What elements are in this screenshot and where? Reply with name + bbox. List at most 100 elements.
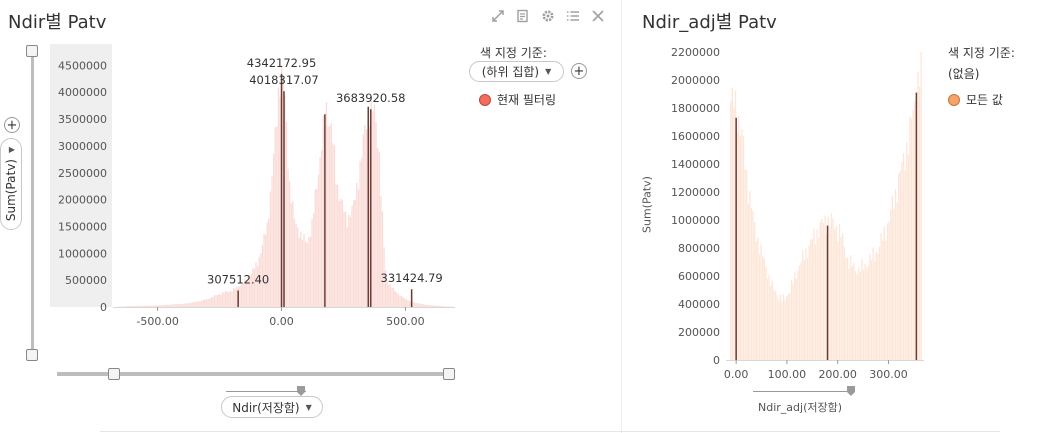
histogram-bar[interactable] [848,268,850,360]
histogram-bar[interactable] [209,299,211,307]
histogram-bar[interactable] [380,196,382,307]
histogram-bar[interactable] [129,306,131,307]
histogram-bar[interactable] [731,87,733,360]
histogram-bar[interactable] [316,188,318,307]
histogram-bar[interactable] [279,96,281,307]
histogram-bar[interactable] [762,256,764,360]
histogram-bar[interactable] [853,262,855,360]
histogram-bar[interactable] [434,305,436,307]
histogram-bar[interactable] [396,292,398,307]
histogram-bar[interactable] [295,223,297,307]
histogram-bar[interactable] [338,201,340,307]
histogram-bar[interactable] [814,244,817,360]
histogram-bar[interactable] [236,286,238,307]
histogram-bar[interactable] [428,305,430,307]
histogram-bar[interactable] [186,303,188,307]
histogram-bar[interactable] [401,295,403,307]
histogram-bar[interactable] [159,305,161,307]
histogram-bar[interactable] [292,201,294,307]
highlighted-bar[interactable] [369,109,372,307]
histogram-bar[interactable] [164,305,166,307]
histogram-bar[interactable] [437,305,440,307]
histogram-bar[interactable] [885,240,887,360]
histogram-bar[interactable] [792,283,794,360]
histogram-bar[interactable] [141,305,144,307]
histogram-bar[interactable] [348,214,350,307]
histogram-bar[interactable] [412,301,414,307]
histogram-bar[interactable] [239,286,241,307]
histogram-bar[interactable] [229,290,232,307]
histogram-bar[interactable] [389,284,392,307]
histogram-bar[interactable] [169,304,171,307]
histogram-bar[interactable] [306,242,308,307]
histogram-bar[interactable] [351,205,353,307]
histogram-bar[interactable] [381,211,384,307]
histogram-bar[interactable] [912,110,914,361]
histogram-bar[interactable] [178,304,180,307]
histogram-bar[interactable] [188,302,190,307]
histogram-bar[interactable] [133,305,136,307]
histogram-bar[interactable] [770,285,772,360]
histogram-bar[interactable] [417,303,419,307]
histogram-bar[interactable] [325,101,328,307]
highlighted-bar[interactable] [283,91,285,307]
histogram-bar[interactable] [388,284,390,307]
histogram-bar[interactable] [850,255,852,360]
histogram-bar[interactable] [806,257,809,360]
histogram-bar[interactable] [391,287,393,307]
histogram-bar[interactable] [420,303,422,307]
histogram-bar[interactable] [888,221,890,360]
histogram-bar[interactable] [313,213,315,307]
histogram-bar[interactable] [218,293,220,307]
histogram-bar[interactable] [854,271,857,360]
histogram-bar[interactable] [819,221,821,360]
histogram-bar[interactable] [893,208,895,360]
histogram-bar[interactable] [317,174,320,307]
histogram-bar[interactable] [225,291,227,307]
histogram-bar[interactable] [920,52,922,360]
histogram-bar[interactable] [394,291,396,307]
histogram-bar[interactable] [790,279,793,360]
histogram-bar[interactable] [750,208,753,360]
histogram-bar[interactable] [802,249,804,360]
histogram-bar[interactable] [212,297,214,307]
histogram-bar[interactable] [340,198,342,307]
histogram-bar[interactable] [773,289,775,360]
histogram-bar[interactable] [346,227,348,307]
histogram-bar[interactable] [127,306,129,307]
histogram-bar[interactable] [373,104,376,308]
histogram-bar[interactable] [830,213,833,360]
histogram-bar[interactable] [835,226,837,360]
histogram-bar[interactable] [786,296,788,360]
histogram-bar[interactable] [755,241,757,360]
histogram-bar[interactable] [314,189,316,307]
histogram-bar[interactable] [220,294,222,307]
histogram-bar[interactable] [851,266,853,360]
histogram-bar[interactable] [421,304,424,307]
histogram-bar[interactable] [789,292,791,360]
histogram-bar[interactable] [431,305,433,307]
highlighted-bar[interactable] [915,92,918,360]
histogram-bar[interactable] [242,283,244,307]
histogram-bar[interactable] [409,300,411,307]
histogram-bar[interactable] [365,129,368,307]
histogram-bar[interactable] [153,305,155,307]
histogram-bar[interactable] [442,306,444,307]
histogram-bar[interactable] [444,306,446,307]
histogram-bar[interactable] [866,268,868,360]
histogram-bar[interactable] [433,305,435,307]
histogram-bar[interactable] [193,302,195,307]
histogram-bar[interactable] [180,303,182,307]
histogram-bar[interactable] [177,303,179,307]
histogram-bar[interactable] [175,304,177,307]
histogram-bar[interactable] [813,228,815,360]
histogram-bar[interactable] [896,202,898,360]
histogram-bar[interactable] [185,303,187,307]
histogram-bar[interactable] [268,218,270,307]
histogram-bar[interactable] [349,217,352,307]
histogram-bar[interactable] [760,243,762,360]
histogram-bar[interactable] [898,173,900,360]
histogram-bar[interactable] [784,299,786,360]
histogram-bar[interactable] [838,224,841,360]
histogram-bar[interactable] [330,123,332,307]
